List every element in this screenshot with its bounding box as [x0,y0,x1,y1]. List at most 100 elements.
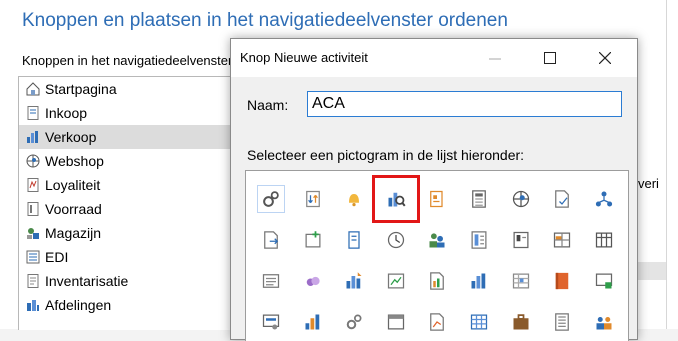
sort-icon [305,190,320,208]
edi-icon [25,249,41,265]
icon-option-contact-card[interactable] [508,227,534,253]
list-item-label: Verkoop [45,129,97,145]
icon-picker-grid[interactable] [245,170,629,341]
minimize-icon [489,58,501,60]
bar-chart-icon [27,131,38,143]
chart-bars-icon [305,314,319,330]
document-add-icon [305,231,321,248]
icon-option-chart-doc[interactable] [424,268,450,294]
icon-option-price-tag[interactable] [424,186,450,212]
list-item-label: Inkoop [45,105,88,121]
icon-option-calculator[interactable] [466,186,492,212]
document-export-icon [264,231,279,249]
buttons-section-label: Knoppen in het navigatiedeelvenster [22,53,232,68]
screen-icon [595,273,612,289]
page-title: Knoppen en plaatsen in het navigatiedeel… [22,10,508,31]
document-lines-icon [555,313,570,331]
icon-option-bar-chart[interactable] [466,268,492,294]
list-item[interactable]: Startpagina [19,77,234,101]
icon-picker-label: Selecteer een pictogram in de lijst hier… [247,147,525,163]
icon-option-bell[interactable] [341,186,367,212]
list-item[interactable]: Afdelingen [19,293,234,317]
report-icon [262,274,280,288]
icon-option-team[interactable] [591,309,617,335]
certificate-icon [27,178,39,192]
bar-chart-icon [471,273,486,289]
name-label: Naam: [247,97,289,113]
dialog-titlebar: Knop Nieuwe activiteit [231,39,637,77]
globe-icon [25,153,41,169]
document-check-icon [555,190,570,208]
certificate-icon [25,177,41,193]
chart-edit-icon [387,273,404,289]
icon-option-people[interactable] [424,227,450,253]
calculator-icon [472,190,486,208]
warehouse-icon [27,228,39,239]
icon-option-document-export[interactable] [258,227,284,253]
icon-option-document-check[interactable] [549,186,575,212]
icon-option-settings-gears[interactable] [257,185,285,213]
icon-option-globe[interactable] [508,186,534,212]
icon-option-grid[interactable] [591,227,617,253]
price-tag-icon [430,190,444,208]
list-item-label: Loyaliteit [45,177,101,193]
icon-option-network[interactable] [591,186,617,212]
chart-doc-icon [430,272,445,290]
icon-option-table[interactable] [549,227,575,253]
name-input[interactable] [307,91,622,117]
settings-gears-icon [263,191,279,207]
icon-option-form[interactable] [341,227,367,253]
list-item[interactable]: Verkoop [19,125,234,149]
right-panel-row [636,262,666,280]
maximize-button[interactable] [527,39,573,77]
icon-option-document-lines[interactable] [549,309,575,335]
list-item[interactable]: Loyaliteit [19,173,234,197]
briefcase-icon [513,314,529,330]
edi-icon [26,250,40,264]
list-item-label: EDI [45,249,69,265]
icon-option-bar-chart-up[interactable] [341,268,367,294]
icon-option-report[interactable] [258,268,284,294]
ledger-icon [471,231,487,249]
minimize-button[interactable] [472,39,518,77]
purple-shape-icon [306,276,320,286]
list-item[interactable]: Webshop [19,149,234,173]
icon-option-purple-shape[interactable] [300,268,326,294]
list-item[interactable]: Inventarisatie [19,269,234,293]
icon-option-settings[interactable] [341,309,367,335]
list-item[interactable]: Voorraad [19,197,234,221]
icon-option-briefcase[interactable] [508,309,534,335]
icon-option-orange-book[interactable] [549,268,575,294]
list-item-label: Webshop [45,153,104,169]
grid-icon [595,232,612,248]
icon-option-screen-settings[interactable] [258,309,284,335]
navigation-buttons-list[interactable]: Startpagina Inkoop Verkoop Webshop Loyalitei… [18,76,235,330]
icon-option-screen[interactable] [591,268,617,294]
window-icon [387,314,404,330]
icon-option-clock[interactable] [383,227,409,253]
icon-option-sort[interactable] [300,186,326,212]
checklist-icon [27,274,39,288]
warehouse-icon [25,225,41,241]
spreadsheet-blue-icon [470,314,488,330]
icon-option-document-add[interactable] [300,227,326,253]
icon-option-ledger[interactable] [466,227,492,253]
icon-option-spreadsheet-blue[interactable] [466,309,492,335]
icon-option-window[interactable] [383,309,409,335]
bar-chart-up-icon [346,272,362,289]
icon-option-chart-bars[interactable] [300,309,326,335]
dialog-title: Knop Nieuwe activiteit [240,50,368,65]
table-icon [554,232,571,248]
network-icon [595,191,612,207]
list-item-label: Magazijn [45,225,102,241]
icon-option-chart-edit[interactable] [383,268,409,294]
checklist-icon [25,273,41,289]
close-button[interactable] [582,39,628,77]
icon-option-document-chart[interactable] [424,309,450,335]
settings-icon [346,314,362,330]
list-item[interactable]: EDI [19,245,234,269]
icon-option-spreadsheet[interactable] [508,268,534,294]
list-item[interactable]: Magazijn [19,221,234,245]
orange-book-icon [555,272,569,290]
list-item[interactable]: Inkoop [19,101,234,125]
